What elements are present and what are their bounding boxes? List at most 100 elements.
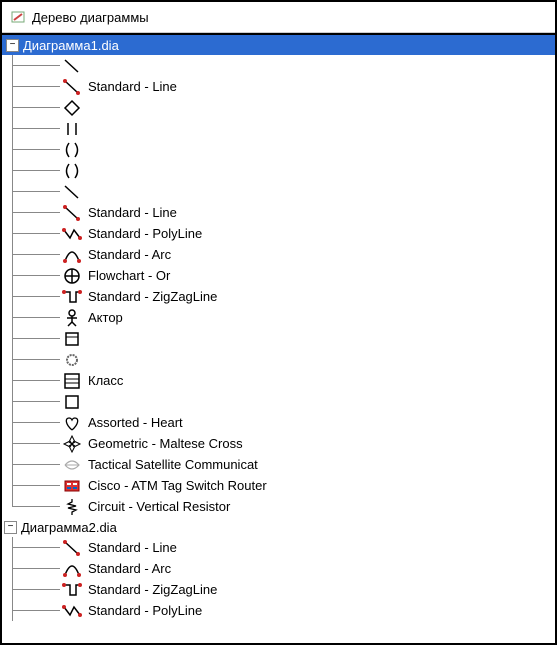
tree-connector-icon [2,97,62,118]
diamond-icon [62,98,82,118]
tree-item[interactable] [2,181,555,202]
tree-item-label: Flowchart - Or [88,268,170,283]
actor-icon [62,308,82,328]
tree-item[interactable]: Standard - Line [2,202,555,223]
polyline-icon [62,224,82,244]
tree-item-label: Assorted - Heart [88,415,183,430]
tree-item[interactable]: Standard - ZigZagLine [2,579,555,600]
tree-item[interactable]: Standard - PolyLine [2,600,555,621]
class-icon [62,371,82,391]
arc-icon [62,245,82,265]
tree-root-label: Диаграмма1.dia [23,38,119,53]
tree-item-label: Standard - PolyLine [88,226,202,241]
tree-connector-icon [2,328,62,349]
line-icon [62,77,82,97]
tree-connector-icon [2,244,62,265]
tree-item[interactable]: Circuit - Vertical Resistor [2,496,555,517]
tree-connector-icon [2,286,62,307]
tree-pane[interactable]: − Диаграмма1.dia Standard - Line [2,33,555,644]
tree-item-label: Standard - Line [88,205,177,220]
tree-item[interactable]: Cisco - ATM Tag Switch Router [2,475,555,496]
tree-connector-icon [2,139,62,160]
tree-connector-icon [2,307,62,328]
tree-item[interactable] [2,349,555,370]
tree-connector-icon [2,181,62,202]
tree-item[interactable] [2,55,555,76]
tree-item-label: Standard - Arc [88,247,171,262]
tree-connector-icon [2,370,62,391]
tree-item[interactable] [2,391,555,412]
tree-root-label: Диаграмма2.dia [21,520,117,535]
tree-item[interactable]: Assorted - Heart [2,412,555,433]
box-icon [62,392,82,412]
zigzag-icon [62,580,82,600]
tree-connector-icon [2,454,62,475]
zigzag-icon [62,287,82,307]
tree-connector-icon [2,160,62,181]
tree-item[interactable]: Актор [2,307,555,328]
tree-item-label: Geometric - Maltese Cross [88,436,243,451]
tree-item-label: Standard - ZigZagLine [88,582,217,597]
tree-item-label: Tactical Satellite Communicat [88,457,258,472]
line-icon [62,56,82,76]
flip-icon [62,119,82,139]
tree-item[interactable] [2,328,555,349]
tree-item[interactable]: Standard - Line [2,76,555,97]
tree-connector-icon [2,265,62,286]
tree-connector-icon [2,349,62,370]
tree-connector-icon [2,202,62,223]
tree-item-label: Standard - Line [88,79,177,94]
tree-connector-icon [2,496,62,517]
parentheses-icon [62,161,82,181]
tree-item-label: Standard - Arc [88,561,171,576]
tree-item[interactable]: Класс [2,370,555,391]
tree-item-label: Standard - Line [88,540,177,555]
tree-item[interactable]: Tactical Satellite Communicat [2,454,555,475]
parentheses-icon [62,140,82,160]
tree-item[interactable] [2,118,555,139]
tree-item[interactable]: Flowchart - Or [2,265,555,286]
expand-toggle-icon[interactable]: − [4,521,17,534]
tree-connector-icon [2,558,62,579]
arc-icon [62,559,82,579]
tree-children-diagram1: Standard - Line [2,55,555,517]
tree-connector-icon [2,412,62,433]
tree-connector-icon [2,118,62,139]
tree-item[interactable] [2,97,555,118]
line-icon [62,538,82,558]
tree-root-diagram1[interactable]: − Диаграмма1.dia [2,35,555,55]
tree-item[interactable] [2,160,555,181]
tree-children-diagram2: Standard - Line Standard - Arc Standard … [2,537,555,621]
tree-connector-icon [2,223,62,244]
tree-item[interactable]: Standard - PolyLine [2,223,555,244]
tree-item-label: Cisco - ATM Tag Switch Router [88,478,267,493]
diagram-tree-window: Дерево диаграммы − Диаграмма1.dia Standa… [0,0,557,645]
tree-connector-icon [2,475,62,496]
resistor-icon [62,497,82,517]
tree-item[interactable]: Standard - Line [2,537,555,558]
polyline-icon [62,601,82,621]
satellite-icon [62,455,82,475]
tree-item-label: Класс [88,373,123,388]
maltese-cross-icon [62,434,82,454]
titlebar: Дерево диаграммы [2,2,555,33]
tree-item[interactable]: Standard - Arc [2,244,555,265]
tree-item[interactable]: Geometric - Maltese Cross [2,433,555,454]
tree-item-label: Standard - ZigZagLine [88,289,217,304]
tree-connector-icon [2,391,62,412]
gear-icon [62,350,82,370]
tree-item[interactable]: Standard - ZigZagLine [2,286,555,307]
tree-connector-icon [2,600,62,621]
tree-item-label: Circuit - Vertical Resistor [88,499,230,514]
tree-connector-icon [2,76,62,97]
tree-item[interactable]: Standard - Arc [2,558,555,579]
line-icon [62,182,82,202]
tree-item[interactable] [2,139,555,160]
tree-connector-icon [2,433,62,454]
expand-toggle-icon[interactable]: − [6,39,19,52]
line-icon [62,203,82,223]
tree-connector-icon [2,537,62,558]
tree-item-label: Standard - PolyLine [88,603,202,618]
or-icon [62,266,82,286]
tree-root-diagram2[interactable]: − Диаграмма2.dia [2,517,555,537]
